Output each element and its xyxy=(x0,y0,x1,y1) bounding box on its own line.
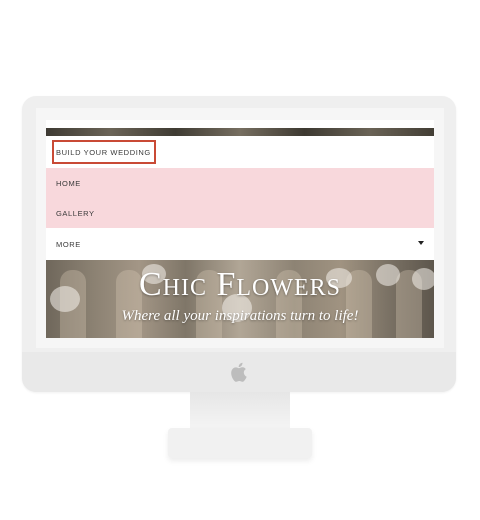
nav-item-home[interactable]: HOME xyxy=(46,168,434,198)
focus-outline xyxy=(52,140,156,164)
nav-item-label: HOME xyxy=(56,178,81,188)
nav-item-label: GALLERY xyxy=(56,208,95,218)
nav-item-gallery[interactable]: GALLERY xyxy=(46,198,434,228)
mockup-stage: BUILD YOUR WEDDING HOME GALLERY MORE Chi… xyxy=(0,0,480,520)
hero-subtitle: Where all your inspirations turn to life… xyxy=(121,308,359,324)
monitor-stand-base xyxy=(168,428,312,458)
hero-image-peek xyxy=(46,128,434,136)
hero-banner: Chic Flowers Where all your inspirations… xyxy=(46,260,434,338)
apple-icon xyxy=(231,362,247,382)
monitor-stand-neck xyxy=(190,392,290,428)
nav-item-more[interactable]: MORE xyxy=(46,229,434,259)
hero-title: Chic Flowers xyxy=(138,266,342,303)
nav-item-label: MORE xyxy=(56,239,81,249)
caret-down-icon[interactable] xyxy=(418,241,424,245)
website-screen: BUILD YOUR WEDDING HOME GALLERY MORE Chi… xyxy=(46,120,434,338)
